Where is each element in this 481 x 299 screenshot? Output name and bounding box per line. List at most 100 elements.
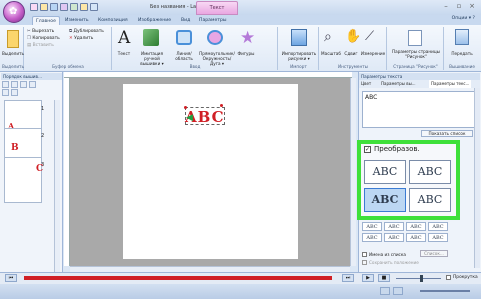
status-icon-2[interactable] xyxy=(393,287,403,295)
transfer-icon[interactable] xyxy=(455,29,469,45)
transform-style-2[interactable]: ABC xyxy=(409,160,451,184)
options-menu[interactable]: Опции ▾ ? xyxy=(452,16,475,21)
delete-button[interactable]: ✕ Удалить xyxy=(69,36,93,42)
maximize-icon[interactable]: ▫ xyxy=(453,1,465,11)
undo-icon[interactable] xyxy=(60,3,68,11)
figures-label[interactable]: Фигуры xyxy=(235,51,257,56)
zoom-label[interactable]: Масштаб xyxy=(320,51,342,56)
group-label: Выделить xyxy=(2,64,24,69)
import-pattern-label[interactable]: Импортировать рисунки ▾ xyxy=(279,51,319,61)
status-icon-1[interactable] xyxy=(380,287,390,295)
rect-circle-icon[interactable] xyxy=(207,30,223,45)
panel-tool-icon-3[interactable] xyxy=(20,81,27,88)
stitch-progress-track[interactable] xyxy=(24,276,332,280)
page-params-label[interactable]: Параметры страницы "Рисунок" xyxy=(388,49,444,59)
scissors-icon: ✂ xyxy=(27,29,31,34)
page-settings-icon[interactable] xyxy=(408,30,422,46)
tab-parameters[interactable]: Параметры xyxy=(196,16,230,25)
small-style-6[interactable]: ABC xyxy=(384,233,404,242)
show-list-button[interactable]: Показать список xyxy=(421,130,473,137)
panel-tool-icon-4[interactable] xyxy=(29,81,36,88)
context-tab-text[interactable]: Текст xyxy=(196,1,238,15)
list-button[interactable]: Список... xyxy=(420,250,448,257)
small-style-2[interactable]: ABC xyxy=(384,222,404,231)
measure-label[interactable]: Измерение xyxy=(358,51,388,56)
small-style-1[interactable]: ABC xyxy=(362,222,382,231)
small-style-4[interactable]: ABC xyxy=(428,222,448,231)
transform-checkbox[interactable]: ✓ xyxy=(364,146,371,153)
stop-icon[interactable]: ■ xyxy=(378,274,390,282)
small-style-5[interactable]: ABC xyxy=(362,233,382,242)
handle-dot[interactable] xyxy=(184,106,187,109)
text-tool-label[interactable]: Текст xyxy=(113,51,135,56)
duplicate-button[interactable]: ⧉ Дублировать xyxy=(69,29,104,35)
star-figure-icon[interactable]: ★ xyxy=(240,28,255,48)
select-button-label[interactable]: Выделить xyxy=(2,51,24,56)
group-embroidery: Передать Вышивание xyxy=(445,27,479,70)
paste-button[interactable]: ▤ Вставить xyxy=(27,43,54,49)
small-style-7[interactable]: ABC xyxy=(406,233,426,242)
line-area-icon[interactable] xyxy=(176,30,192,45)
cut-button[interactable]: ✂ Вырезать xyxy=(27,29,54,35)
vertical-scrollbar[interactable] xyxy=(350,78,356,266)
transform-label: Преобразов. xyxy=(374,145,420,153)
save-position-checkbox[interactable] xyxy=(362,260,367,265)
select-arrow-icon[interactable] xyxy=(7,30,19,48)
tab-image[interactable]: Изображение xyxy=(135,16,174,25)
qat-customize-icon[interactable] xyxy=(90,3,98,11)
import-picture-icon[interactable] xyxy=(291,29,307,46)
names-from-list-checkbox[interactable] xyxy=(362,252,367,257)
page-thumbnail[interactable]: 3 C xyxy=(4,157,44,203)
tab-color[interactable]: Цвет xyxy=(361,80,371,88)
speed-slider-thumb[interactable] xyxy=(420,275,423,282)
small-style-3[interactable]: ABC xyxy=(406,222,426,231)
redo-icon[interactable] xyxy=(70,3,78,11)
tab-composition[interactable]: Композиция xyxy=(95,16,131,25)
preview-checkbox[interactable] xyxy=(446,275,451,280)
transform-style-1[interactable]: ABC xyxy=(364,160,406,184)
copy-button[interactable]: ❐ Копировать xyxy=(27,36,60,42)
group-label: Ввод xyxy=(189,64,201,69)
line-area-label[interactable]: Линия/область xyxy=(169,51,199,61)
app-window: ✿ Без названия - Layout & E... Текст – ▫… xyxy=(0,0,481,299)
status-bar xyxy=(0,284,481,299)
tab-edit[interactable]: Изменить xyxy=(62,16,92,25)
close-icon[interactable]: × xyxy=(466,1,478,11)
panel-tool-icon-1[interactable] xyxy=(2,81,9,88)
zoom-slider[interactable] xyxy=(420,290,470,292)
transform-style-4[interactable]: ABC xyxy=(409,188,451,212)
tab-text-params[interactable]: Параметры текс... xyxy=(429,80,472,88)
tab-home[interactable]: Главное xyxy=(32,16,60,25)
save-icon[interactable] xyxy=(50,3,58,11)
transform-style-3[interactable]: ABC xyxy=(364,188,406,212)
start-point-arrow-icon[interactable]: ◀ xyxy=(186,113,193,123)
zoom-icon[interactable]: ⌕ xyxy=(324,29,332,45)
panel-tool-icon-5[interactable] xyxy=(2,89,9,96)
tab-view[interactable]: Вид xyxy=(178,16,193,25)
tab-sew-params[interactable]: Параметры вы... xyxy=(381,80,416,88)
handwriting-icon[interactable] xyxy=(143,29,159,46)
hand-pan-icon[interactable]: ✋ xyxy=(345,29,361,44)
panel-tool-icon-6[interactable] xyxy=(11,89,18,96)
step-forward-icon[interactable]: ⏭ xyxy=(342,274,354,282)
new-icon[interactable] xyxy=(30,3,38,11)
play-icon[interactable]: ▶ xyxy=(362,274,374,282)
small-style-8[interactable]: ABC xyxy=(428,233,448,242)
speed-slider[interactable] xyxy=(396,278,441,279)
right-panel-scrollbar[interactable] xyxy=(474,88,480,268)
panel-tool-icon-2[interactable] xyxy=(11,81,18,88)
print-icon[interactable] xyxy=(80,3,88,11)
open-icon[interactable] xyxy=(40,3,48,11)
minimize-icon[interactable]: – xyxy=(440,1,452,11)
transfer-label[interactable]: Передать xyxy=(445,51,479,56)
embroidery-hoop-page[interactable]: ABC ◀ xyxy=(123,84,298,259)
rewind-icon[interactable]: ⏮ xyxy=(5,274,17,282)
copy-icon: ❐ xyxy=(27,36,31,41)
app-menu-button[interactable]: ✿ xyxy=(3,1,25,23)
left-scrollbar[interactable] xyxy=(54,100,60,272)
text-tool-icon[interactable]: A xyxy=(118,28,130,48)
group-input: A Текст Имитация ручной вышивки ▾ Линия/… xyxy=(113,27,278,70)
text-input[interactable]: ABC xyxy=(362,91,476,128)
ruler-measure-icon[interactable]: ⟋ xyxy=(365,29,374,44)
handle-dot[interactable] xyxy=(220,104,223,107)
